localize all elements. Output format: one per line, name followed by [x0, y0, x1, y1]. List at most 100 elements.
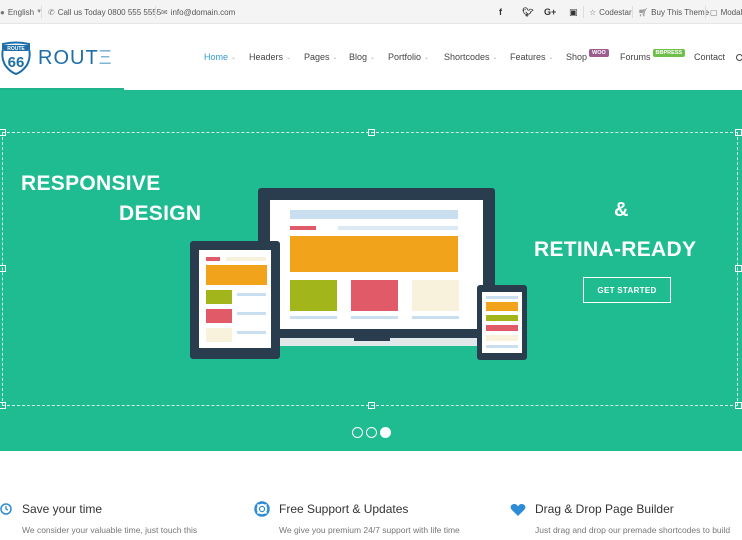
resize-handle[interactable] [735, 265, 742, 272]
nav-label: Shop [566, 52, 588, 62]
mock-line [351, 316, 398, 319]
divider [155, 6, 156, 18]
logo-wordmark-end: Ξ [98, 46, 113, 69]
devices-illustration [190, 188, 530, 360]
chevron-down-icon: ⌄ [492, 54, 498, 61]
mock-tile-green [486, 315, 518, 321]
resize-handle[interactable] [735, 402, 742, 409]
mock-banner [290, 236, 458, 272]
laptop-notch [354, 338, 390, 341]
nav-portfolio[interactable]: Portfolio ⌄ [388, 48, 429, 66]
codestar-link[interactable]: ☆ Codestar [589, 0, 632, 24]
resize-handle[interactable] [368, 129, 375, 136]
mock-bar [290, 210, 458, 219]
nav-label: Features [510, 52, 546, 62]
chevron-down-icon: ⌄ [231, 54, 237, 61]
language-label: English [7, 7, 35, 17]
mock-tile-green [206, 290, 232, 304]
route66-shield-icon: ROUTE 66 [1, 41, 31, 75]
slider-dot-3[interactable] [380, 427, 391, 438]
feature-title: Free Support & Updates [279, 502, 409, 516]
nav-label: Shortcodes [444, 52, 490, 62]
divider [705, 6, 706, 18]
divider [41, 6, 42, 18]
search-icon[interactable] [736, 54, 742, 61]
feature-title: Save your time [22, 502, 103, 516]
feature-text: We consider your valuable time, just tou… [22, 525, 198, 535]
nav-pages[interactable]: Pages ⌄ [304, 48, 338, 66]
cart-icon: 🛒︎ [638, 7, 649, 17]
globe-icon: ● [0, 7, 5, 17]
nav-blog[interactable]: Blog ⌄ [349, 48, 375, 66]
mock-accent [290, 226, 316, 230]
resize-handle[interactable] [0, 129, 6, 136]
bbpress-badge: BBPRESS [652, 49, 686, 57]
twitter-link[interactable]: 🐦︎ [522, 0, 533, 24]
nav-label: Portfolio [388, 52, 422, 62]
chevron-down-icon: ⌄ [286, 54, 292, 61]
slider-dot-2[interactable] [366, 427, 377, 438]
mock-tile-cream [206, 328, 232, 342]
logo-badge-num: 66 [8, 54, 25, 71]
headline-responsive: RESPONSIVE [21, 172, 161, 195]
lifebuoy-icon [254, 501, 270, 517]
mock-tile-green [290, 280, 337, 311]
envelope-icon: ✉ [161, 7, 168, 17]
nav-shortcodes[interactable]: Shortcodes ⌄ [444, 48, 498, 66]
modal-link[interactable]: ▢ Modal [710, 0, 742, 24]
slider-dot-1[interactable] [352, 427, 363, 438]
mock-line [237, 331, 266, 334]
instagram-icon: ▣ [569, 6, 578, 17]
nav-contact[interactable]: Contact [694, 48, 725, 66]
modal-label: Modal [720, 7, 742, 17]
mock-line [237, 312, 266, 315]
nav-label: Home [204, 52, 229, 62]
mock-banner [486, 302, 518, 311]
feature-text: We give you premium 24/7 support with li… [279, 525, 460, 535]
instagram-link[interactable]: ▣ [569, 0, 578, 24]
feature-page-builder: Drag & Drop Page Builder Just drag and d… [510, 500, 742, 540]
woo-badge: WOO [589, 49, 609, 57]
headline-retina: RETINA-READY [534, 238, 697, 261]
logo-wordmark-main: ROUT [38, 46, 99, 69]
nav-label: Headers [249, 52, 284, 62]
nav-forums[interactable]: Forums BBPRESS [620, 48, 686, 66]
chevron-down-icon: ⌄ [332, 54, 338, 61]
resize-handle[interactable] [0, 265, 6, 272]
clock-icon [0, 503, 12, 515]
get-started-button[interactable]: GET STARTED [583, 277, 671, 303]
resize-handle[interactable] [735, 129, 742, 136]
feature-title: Drag & Drop Page Builder [535, 502, 674, 516]
star-icon: ☆ [589, 7, 597, 17]
mock-tile-red [486, 325, 518, 331]
divider [583, 6, 584, 18]
mock-tile-red [351, 280, 398, 311]
resize-handle[interactable] [368, 402, 375, 409]
top-bar: ● English ▼ ✆ Call us Today 0800 555 555… [0, 0, 742, 24]
phone-icon: ✆ [48, 7, 55, 17]
mock-line [226, 257, 266, 261]
site-logo[interactable]: ROUTE 66 ROUTΞ [0, 41, 113, 75]
language-selector[interactable]: ● English ▼ [0, 0, 42, 24]
nav-features[interactable]: Features ⌄ [510, 48, 554, 66]
googleplus-link[interactable]: G+ [544, 0, 556, 24]
twitter-icon: 🐦︎ [522, 6, 534, 17]
nav-label: Contact [694, 52, 726, 62]
mock-line [237, 293, 266, 296]
headline-ampersand: & [614, 199, 629, 221]
nav-headers[interactable]: Headers ⌄ [249, 48, 291, 66]
facebook-link[interactable]: f [499, 0, 502, 24]
email-link[interactable]: ✉ info@domain.com [161, 0, 235, 24]
nav-home[interactable]: Home ⌄ [204, 48, 236, 66]
feature-save-time: Save your time We consider your valuable… [0, 500, 240, 540]
logo-wordmark: ROUTΞ [38, 47, 113, 70]
window-icon: ▢ [710, 7, 718, 17]
nav-label: Pages [304, 52, 330, 62]
buy-theme-link[interactable]: 🛒︎ Buy This Theme [638, 0, 709, 24]
nav-shop[interactable]: Shop WOO [566, 48, 609, 66]
feature-support: Free Support & Updates We give you premi… [254, 500, 494, 540]
resize-handle[interactable] [0, 402, 6, 409]
phone-info: ✆ Call us Today 0800 555 5555 [48, 0, 161, 24]
phone-text: Call us Today 0800 555 5555 [57, 7, 162, 17]
heart-icon [510, 503, 526, 516]
